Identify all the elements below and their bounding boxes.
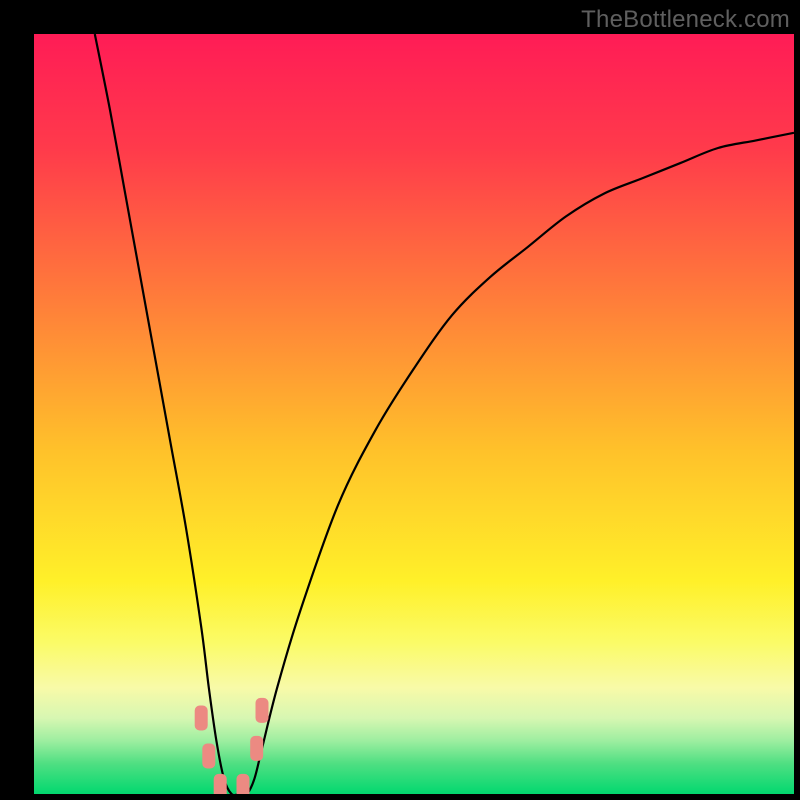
plot-area — [34, 34, 794, 794]
curve-marker — [237, 774, 250, 794]
chart-frame: TheBottleneck.com — [0, 0, 800, 800]
watermark-text: TheBottleneck.com — [581, 6, 790, 34]
curve-marker — [202, 744, 215, 769]
curve-marker — [214, 774, 227, 794]
bottleneck-curve — [34, 34, 794, 794]
curve-marker — [195, 706, 208, 731]
curve-marker — [256, 698, 269, 723]
curve-marker — [250, 736, 263, 761]
